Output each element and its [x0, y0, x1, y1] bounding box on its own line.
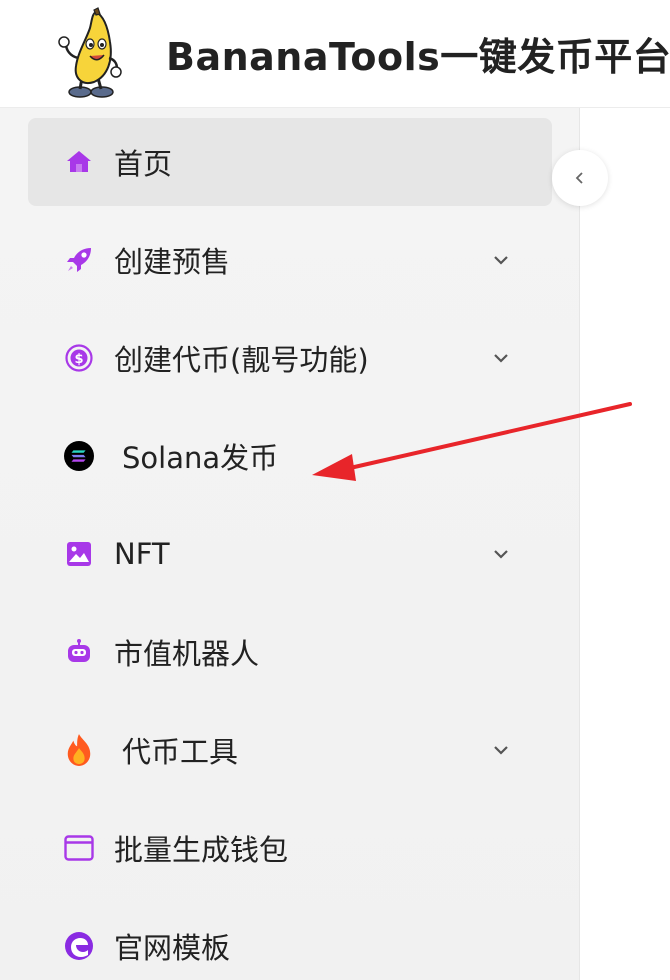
sidebar-item-home[interactable]: 首页	[28, 118, 552, 206]
home-icon	[64, 147, 94, 177]
app-header: BananaTools一键发币平台	[0, 0, 670, 108]
dollar-coin-icon: $	[64, 343, 94, 373]
sidebar-item-label: 批量生成钱包	[114, 833, 289, 867]
window-icon	[64, 833, 94, 863]
chevron-left-icon	[575, 172, 583, 184]
sidebar-item-label: NFT	[114, 537, 170, 571]
sidebar-item-create-token[interactable]: $ 创建代币(靓号功能)	[28, 314, 552, 402]
chevron-down-icon[interactable]	[490, 347, 512, 369]
chevron-down-icon[interactable]	[490, 739, 512, 761]
edge-logo-icon	[64, 931, 94, 961]
fire-icon	[64, 734, 94, 766]
sidebar-item-label: 官网模板	[114, 931, 231, 965]
sidebar-item-token-tools[interactable]: 代币工具	[28, 706, 552, 794]
rocket-icon	[64, 245, 94, 275]
sidebar-item-label: 创建预售	[114, 245, 231, 279]
sidebar: 首页 创建预售 $ 创建代币(靓号功能) Solana发币 NFT 市值机器人 …	[0, 108, 580, 980]
sidebar-item-create-presale[interactable]: 创建预售	[28, 216, 552, 304]
sidebar-item-label: 首页	[114, 147, 173, 181]
sidebar-item-batch-wallet[interactable]: 批量生成钱包	[28, 804, 552, 892]
sidebar-item-site-template[interactable]: 官网模板	[28, 902, 552, 980]
collapse-sidebar-button[interactable]	[552, 150, 608, 206]
sidebar-item-nft[interactable]: NFT	[28, 510, 552, 598]
sidebar-item-label: 市值机器人	[114, 637, 260, 671]
solana-icon	[64, 441, 94, 471]
robot-icon	[64, 637, 94, 667]
image-icon	[64, 539, 94, 569]
sidebar-item-solana[interactable]: Solana发币	[28, 412, 552, 500]
sidebar-item-label: 创建代币(靓号功能)	[114, 343, 369, 377]
svg-text:$: $	[74, 352, 83, 367]
chevron-down-icon[interactable]	[490, 249, 512, 271]
sidebar-item-label: Solana发币	[122, 441, 279, 475]
sidebar-item-market-bot[interactable]: 市值机器人	[28, 608, 552, 696]
app-title: BananaTools一键发币平台	[166, 35, 670, 79]
main-content	[580, 108, 670, 980]
chevron-down-icon[interactable]	[490, 543, 512, 565]
sidebar-item-label: 代币工具	[122, 735, 239, 769]
banana-mascot-logo[interactable]	[52, 6, 128, 98]
